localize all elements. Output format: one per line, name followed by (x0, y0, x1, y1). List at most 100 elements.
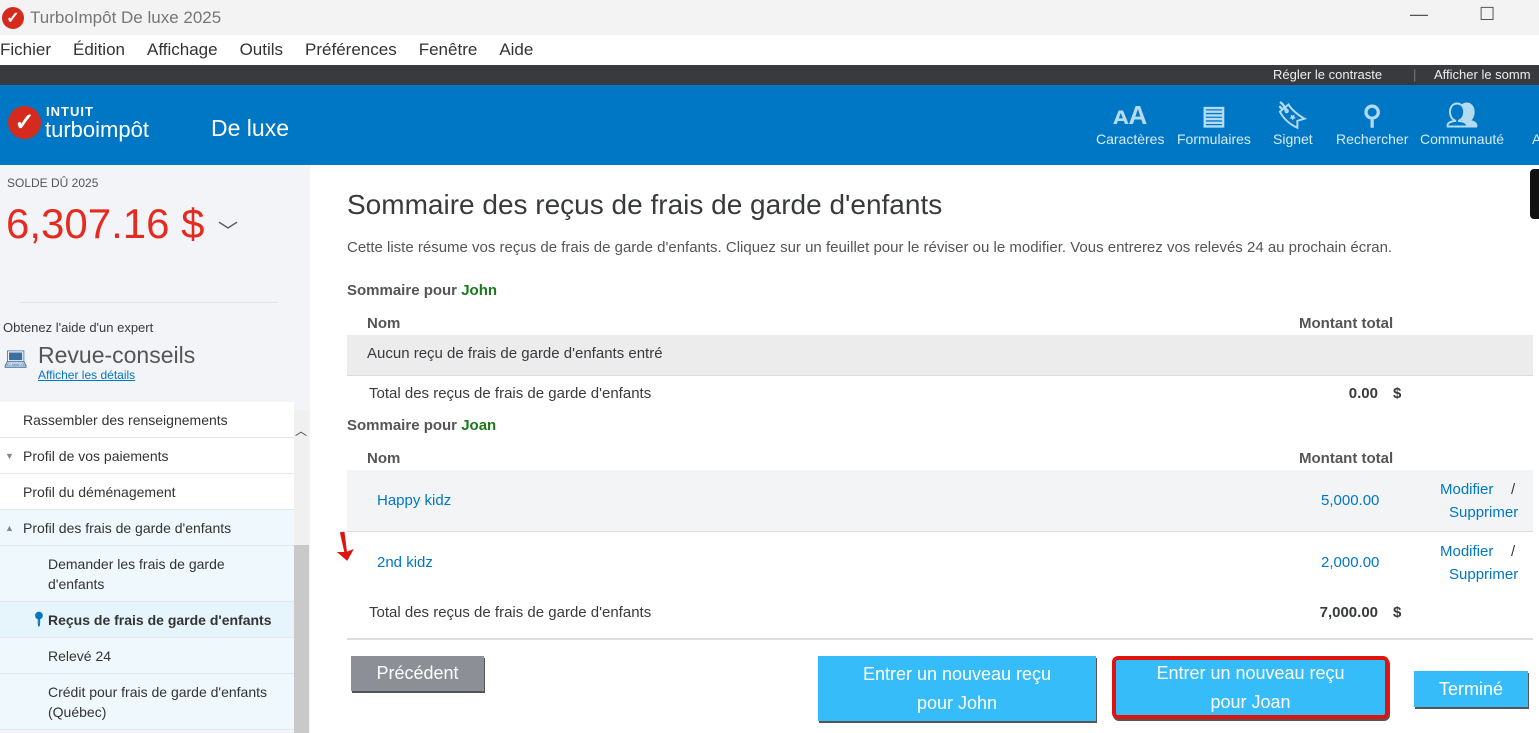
total-amount: 7,000.00 (1319, 604, 1378, 621)
nav-item-moving[interactable]: Profil du déménagement (0, 474, 294, 510)
separator: / (1511, 481, 1516, 498)
table-row[interactable]: 2nd kidz 2,000.00 Modifier / Supprimer (347, 532, 1533, 594)
side-tab[interactable] (1530, 169, 1539, 219)
tool-forms[interactable]: ▤ Formulaires (1177, 99, 1251, 147)
nav-label: Demander les frais de garde d'enfants (48, 555, 225, 592)
laptop-icon: 💻︎ (3, 349, 29, 371)
logo-check-icon: ✓ (8, 106, 41, 139)
balance-label: SOLDE DÛ 2025 (7, 176, 99, 190)
nav-label: Profil du déménagement (23, 483, 176, 500)
total-label: Total des reçus de frais de garde d'enfa… (369, 604, 652, 621)
sidebar-nav: Rassembler des renseignements ▼ Profil de… (0, 402, 294, 730)
menu-affichage[interactable]: Affichage (147, 40, 218, 60)
total-row: Total des reçus de frais de garde d'enfa… (347, 594, 1533, 640)
menu-fichier[interactable]: Fichier (0, 40, 51, 60)
intro-text: Cette liste résume vos reçus de frais de… (347, 239, 1393, 256)
nav-label: Reçus de frais de garde d'enfants (48, 611, 272, 628)
previous-button[interactable]: Précédent (351, 656, 484, 691)
expand-icon: ▼ (5, 450, 14, 461)
tool-label: Communauté (1420, 131, 1505, 147)
delete-link[interactable]: Supprimer (1449, 504, 1518, 521)
summary-link[interactable]: Afficher le somm (1434, 67, 1531, 82)
tool-characters[interactable]: ᴀA Caractères (1096, 99, 1164, 147)
document-icon: ▤ (1201, 100, 1227, 130)
nav-label: Profil de vos paiements (23, 447, 169, 464)
col-amount: Montant total (1299, 450, 1394, 467)
menu-bar: Fichier Édition Affichage Outils Préfére… (0, 35, 1539, 65)
summary-john-heading: Sommaire pour John (347, 282, 497, 299)
total-row: Total des reçus de frais de garde d'enfa… (347, 375, 1533, 413)
page-title: Sommaire des reçus de frais de garde d'e… (347, 189, 943, 220)
nav-item-receipts[interactable]: 📍︎ Reçus de frais de garde d'enfants (0, 602, 294, 638)
currency: $ (1393, 604, 1402, 621)
tool-label: A (1532, 131, 1539, 147)
divider (20, 302, 278, 303)
nav-item-childcare[interactable]: ▲ Profil des frais de garde d'enfants (0, 510, 294, 546)
tool-search[interactable]: ⚲ Rechercher (1336, 99, 1408, 147)
nav-label: Relevé 24 (48, 647, 112, 664)
edition-label: De luxe (211, 115, 289, 141)
table-row[interactable]: Happy kidz 5,000.00 Modifier / Supprimer (347, 470, 1533, 532)
scroll-up-icon[interactable]: ︿ (295, 422, 307, 439)
collapse-icon: ▲ (5, 522, 14, 533)
receipt-name-link[interactable]: 2nd kidz (377, 554, 433, 571)
nav-item-credit-quebec[interactable]: Crédit pour frais de garde d'enfants (Qu… (0, 674, 294, 730)
menu-edition[interactable]: Édition (73, 40, 125, 60)
nav-item-claim[interactable]: Demander les frais de garde d'enfants (0, 546, 294, 602)
receipt-name-link[interactable]: Happy kidz (377, 492, 451, 509)
summary-joan-heading: Sommaire pour Joan (347, 417, 496, 434)
nav-label: Rassembler des renseignements (23, 411, 228, 428)
summary-prefix: Sommaire pour (347, 417, 458, 434)
total-label: Total des reçus de frais de garde d'enfa… (369, 385, 652, 402)
empty-row: Aucun reçu de frais de garde d'enfants e… (347, 335, 1533, 375)
col-name: Nom (367, 450, 401, 467)
sidebar: SOLDE DÛ 2025 6,307.16 $ ﹀ Obtenez l'aid… (0, 165, 310, 733)
minimize-button[interactable]: — (1410, 4, 1428, 25)
tool-label: Formulaires (1177, 131, 1251, 147)
col-amount: Montant total (1299, 315, 1394, 332)
community-icon: 👥︎ (1445, 100, 1479, 130)
location-pin-icon: 📍︎ (30, 611, 48, 627)
nav-label: Profil des frais de garde d'enfants (23, 519, 232, 536)
done-button[interactable]: Terminé (1414, 671, 1528, 707)
receipt-amount[interactable]: 5,000.00 (1321, 492, 1379, 509)
summary-prefix: Sommaire pour (347, 282, 458, 299)
currency: $ (1393, 385, 1402, 402)
tool-help[interactable]: A (1532, 131, 1539, 147)
tool-label: Caractères (1096, 131, 1165, 147)
receipt-amount[interactable]: 2,000.00 (1321, 554, 1379, 571)
balance-amount: 6,307.16 $ (6, 200, 205, 247)
separator: / (1511, 543, 1516, 560)
col-name: Nom (367, 315, 401, 332)
app-check-icon: ✓ (2, 6, 24, 29)
nav-item-payments[interactable]: ▼ Profil de vos paiements (0, 438, 294, 474)
nav-item-gather[interactable]: Rassembler des renseignements (0, 402, 294, 438)
font-size-icon: ᴀA (1113, 100, 1148, 130)
person-name: Joan (461, 417, 497, 434)
tool-label: Signet (1273, 131, 1313, 147)
scrollbar-thumb[interactable] (294, 545, 309, 733)
person-name: John (461, 282, 498, 299)
tool-community[interactable]: 👥︎ Communauté (1420, 99, 1504, 147)
menu-preferences[interactable]: Préférences (305, 40, 397, 60)
modify-link[interactable]: Modifier (1440, 543, 1493, 560)
divider: | (1413, 67, 1417, 82)
review-title: Revue-conseils (38, 342, 196, 368)
menu-aide[interactable]: Aide (499, 40, 533, 60)
nav-label: Crédit pour frais de garde d'enfants (Qu… (48, 683, 268, 720)
contrast-link[interactable]: Régler le contraste (1273, 67, 1382, 82)
app-header: ✓ INTUIT turboimpôt De luxe ᴀA Caractères… (0, 85, 1539, 165)
tool-bookmark[interactable]: 🔖︎ Signet (1273, 99, 1313, 147)
maximize-button[interactable]: ☐ (1479, 4, 1495, 25)
chevron-down-icon[interactable]: ﹀ (218, 215, 238, 244)
utility-bar: Régler le contraste | Afficher le somm (0, 65, 1539, 85)
menu-fenetre[interactable]: Fenêtre (419, 40, 478, 60)
new-receipt-joan-button[interactable]: Entrer un nouveau reçu pour Joan (1112, 656, 1389, 719)
review-details-link[interactable]: Afficher les détails (38, 368, 135, 382)
modify-link[interactable]: Modifier (1440, 481, 1493, 498)
delete-link[interactable]: Supprimer (1449, 566, 1518, 583)
sidebar-scrollbar[interactable]: ︿ (294, 410, 309, 733)
new-receipt-john-button[interactable]: Entrer un nouveau reçu pour John (818, 656, 1096, 721)
menu-outils[interactable]: Outils (240, 40, 283, 60)
nav-item-releve24[interactable]: Relevé 24 (0, 638, 294, 674)
